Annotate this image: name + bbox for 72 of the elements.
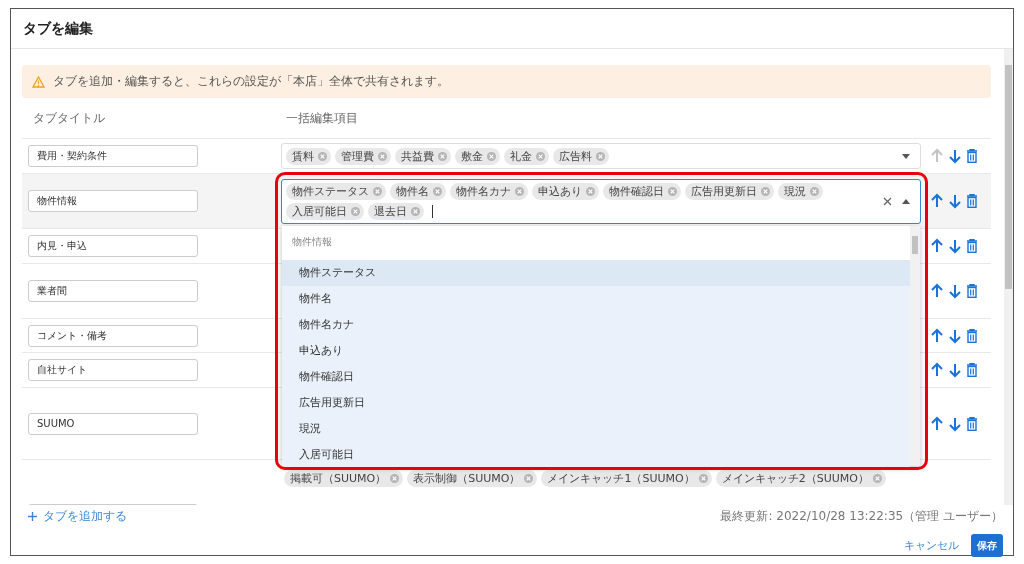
tag-label: 広告用更新日 (691, 183, 757, 199)
tag-label: 入居可能日 (292, 203, 347, 219)
tag-label: メインキャッチ1（SUUMO） (547, 471, 695, 486)
plus-icon (28, 511, 37, 521)
clear-icon[interactable] (883, 196, 892, 206)
trash-icon[interactable] (966, 149, 978, 163)
tag-label: 物件名 (396, 183, 429, 199)
dropdown-option[interactable]: 物件ステータス (282, 259, 910, 286)
arrow-down-icon[interactable] (948, 193, 962, 209)
tab-title-field[interactable]: 費用・契約条件 (28, 145, 198, 167)
arrow-down-icon[interactable] (948, 327, 962, 344)
tab-title-field[interactable]: 業者間 (28, 280, 198, 302)
tag-label: 表示制御（SUUMO） (413, 471, 521, 486)
dropdown-option[interactable]: 物件名カナ (282, 311, 910, 338)
tab-title-field[interactable]: 内見・申込 (28, 235, 198, 257)
trash-icon[interactable] (966, 194, 978, 208)
tab-title-field[interactable]: 自社サイト (28, 359, 198, 381)
trash-icon[interactable] (966, 328, 978, 343)
tag-label: 物件ステータス (292, 183, 369, 199)
text-cursor (432, 204, 433, 218)
arrow-down-icon[interactable] (948, 283, 962, 299)
arrow-up-icon[interactable] (930, 238, 944, 254)
dropdown-option[interactable]: 現況 (282, 415, 910, 442)
warning-icon (32, 75, 45, 88)
tag-label: 退去日 (374, 203, 407, 219)
column-header: タブタイトル (32, 109, 106, 127)
tab-title-field[interactable]: SUUMO (28, 412, 198, 435)
cancel-button[interactable]: キャンセル (902, 534, 961, 557)
tag-label: 掲載可（SUUMO） (290, 471, 387, 486)
arrow-up-icon[interactable] (930, 193, 944, 209)
trash-icon[interactable] (966, 416, 978, 431)
tag-label: 広告料 (559, 148, 592, 164)
multi-select-field[interactable]: 賃料 管理費 共益費 敷金 礼金 広告料 (281, 143, 921, 169)
scrollbar[interactable] (1004, 49, 1013, 505)
group-label: 物件情報 (282, 225, 910, 260)
dialog-title: タブを編集 (23, 19, 93, 38)
tag-label: 申込あり (538, 183, 582, 199)
last-updated-text: 最終更新: 2022/10/28 13:22:35（管理 ユーザー） (720, 508, 1003, 524)
column-header: 一括編集項目 (285, 109, 359, 127)
tag-label: 共益費 (401, 148, 434, 164)
tag-label: 管理費 (341, 148, 374, 164)
caret-icon[interactable] (902, 198, 910, 204)
add-tab-link[interactable]: タブを追加する (28, 508, 127, 524)
arrow-up-icon[interactable] (930, 283, 944, 299)
dropdown-option[interactable]: 物件名 (282, 285, 910, 312)
tab-title-field[interactable]: 物件情報 (28, 190, 198, 212)
arrow-up-icon[interactable] (930, 327, 944, 344)
arrow-down-icon[interactable] (948, 415, 962, 432)
tag-label: 現況 (784, 183, 806, 199)
scrollbar[interactable] (910, 225, 920, 466)
arrow-down-icon[interactable] (948, 238, 962, 254)
trash-icon[interactable] (966, 239, 978, 253)
arrow-down-icon[interactable] (948, 362, 962, 378)
tab-title-field[interactable]: コメント・備考 (28, 324, 198, 347)
arrow-down-icon[interactable] (948, 148, 962, 164)
warning-text: タブを追加・編集すると、これらの設定が「本店」全体で共有されます。 (53, 73, 449, 90)
tag-label: メインキャッチ2（SUUMO） (721, 471, 869, 486)
tag-label: 賃料 (292, 148, 314, 164)
arrow-up-icon[interactable] (930, 362, 944, 378)
tag-label: 物件確認日 (609, 183, 664, 199)
dropdown-option[interactable]: 入居可能日 (282, 441, 910, 468)
dropdown-option[interactable]: 申込あり (282, 337, 910, 364)
tag-label: 敷金 (461, 148, 483, 164)
arrow-up-icon[interactable] (930, 415, 944, 432)
dropdown-option[interactable]: 広告用更新日 (282, 389, 910, 416)
dropdown-option[interactable]: 物件確認日 (282, 363, 910, 390)
tag-label: 礼金 (510, 148, 532, 164)
tag-label: 物件名カナ (456, 183, 511, 199)
caret-icon[interactable] (902, 153, 910, 159)
trash-icon[interactable] (966, 363, 978, 377)
trash-icon[interactable] (966, 284, 978, 298)
save-button[interactable]: 保存 (971, 534, 1003, 557)
